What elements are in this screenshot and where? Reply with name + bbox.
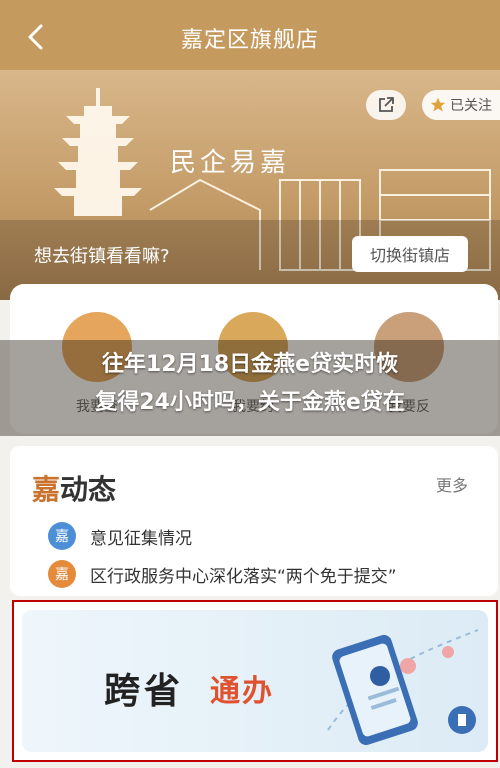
- news-title-jia: 嘉: [32, 473, 61, 506]
- top-bar: 嘉定区旗舰店: [0, 0, 500, 70]
- promo-text-a: 跨省: [104, 670, 185, 712]
- news-item[interactable]: 嘉 区行政服务中心深化落实“两个免于提交”: [48, 560, 397, 588]
- news-item-text: 区行政服务中心深化落实“两个免于提交”: [90, 566, 397, 587]
- more-link[interactable]: 更多: [436, 472, 468, 496]
- star-icon: [430, 97, 446, 112]
- news-title-rest: 动态: [60, 473, 117, 506]
- street-prompt: 想去街镇看看嘛?: [34, 246, 170, 267]
- share-icon: [379, 97, 394, 112]
- headline-line-2: 复得24小时吗，关于金燕e贷在: [95, 390, 405, 415]
- phone-illustration: [327, 629, 479, 746]
- highlight-frame: 跨省 通办: [12, 600, 498, 762]
- cross-province-promo-banner[interactable]: 跨省 通办: [22, 610, 488, 752]
- article-headline: 往年12月18日金燕e贷实时恢 复得24小时吗，关于金燕e贷在: [10, 346, 490, 422]
- news-item[interactable]: 嘉 意见征集情况: [48, 522, 192, 550]
- promo-text-b: 通办: [210, 674, 274, 709]
- store-logo-text: 民企易嘉: [170, 148, 291, 178]
- follow-label: 已关注: [450, 98, 492, 114]
- headline-line-1: 往年12月18日金燕e贷实时恢: [101, 352, 399, 377]
- share-button[interactable]: [366, 90, 406, 120]
- follow-button[interactable]: 已关注: [422, 90, 500, 120]
- news-section-title: 嘉动态: [32, 468, 116, 508]
- news-section: 嘉动态 更多 嘉 意见征集情况 嘉 区行政服务中心深化落实“两个免于提交”: [10, 446, 498, 596]
- news-item-text: 意见征集情况: [90, 528, 192, 549]
- switch-street-store-button[interactable]: 切换街镇店: [352, 236, 468, 272]
- news-badge: 嘉: [48, 560, 76, 588]
- news-badge: 嘉: [48, 522, 76, 550]
- page-title: 嘉定区旗舰店: [180, 28, 319, 53]
- store-banner: 民企易嘉 已关注 想去街镇看看嘛? 切换街镇店: [0, 70, 500, 300]
